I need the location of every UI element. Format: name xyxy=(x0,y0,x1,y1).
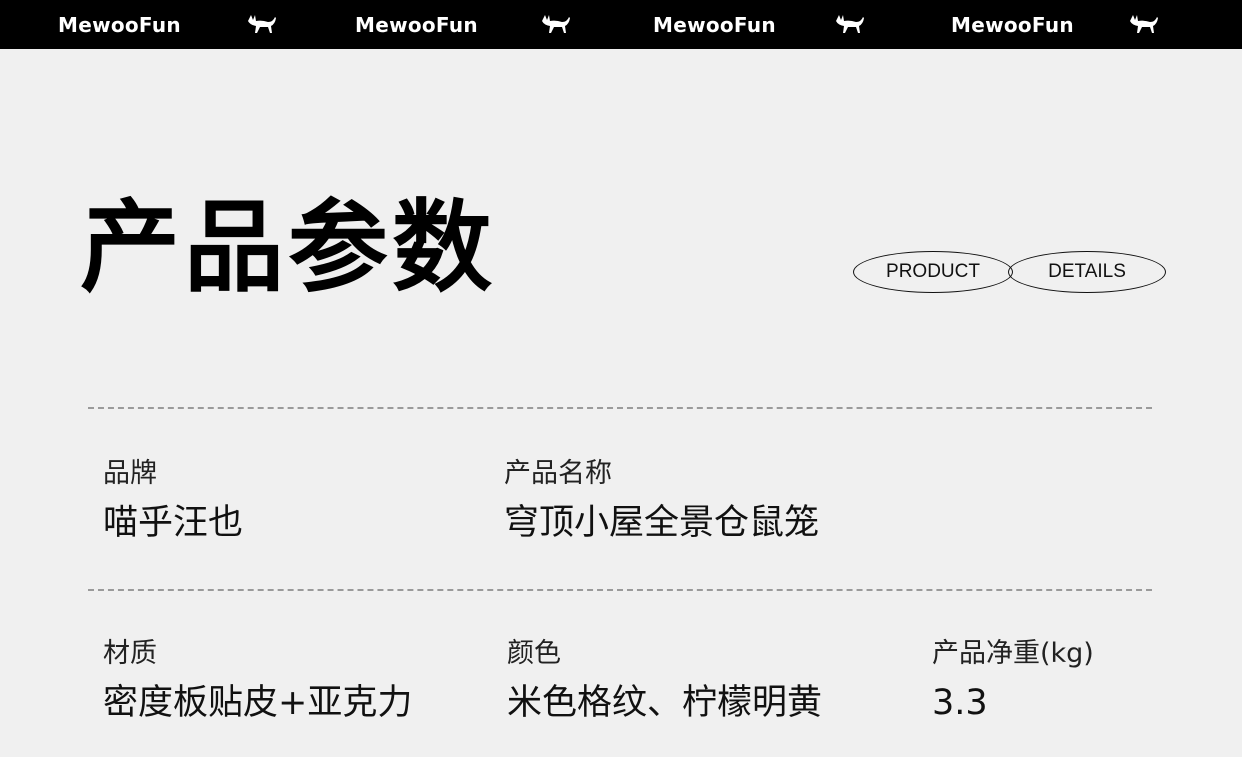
brand-group-4: MewooFun xyxy=(951,0,1074,49)
tag-product: PRODUCT xyxy=(853,251,1013,293)
cat-icon xyxy=(248,15,276,33)
brand-logo-text: MewooFun xyxy=(951,12,1074,37)
divider xyxy=(88,407,1152,409)
cat-icon xyxy=(542,15,570,33)
cat-icon xyxy=(1130,15,1158,33)
product-name-label: 产品名称 xyxy=(504,458,612,489)
page-title: 产品参数 xyxy=(80,189,496,306)
color-value: 米色格纹、柠檬明黄 xyxy=(507,683,823,723)
brand-group-3: MewooFun xyxy=(653,0,776,49)
brand-group-1: MewooFun xyxy=(58,0,181,49)
material-value: 密度板贴皮+亚克力 xyxy=(103,683,413,723)
brand-logo-text: MewooFun xyxy=(58,12,181,37)
product-name-value: 穹顶小屋全景仓鼠笼 xyxy=(504,503,820,543)
brand-label: 品牌 xyxy=(103,458,157,489)
material-label: 材质 xyxy=(103,638,157,669)
tag-details: DETAILS xyxy=(1008,251,1166,293)
brand-value: 喵乎汪也 xyxy=(103,503,244,543)
divider xyxy=(88,589,1152,591)
top-brand-bar: MewooFun MewooFun MewooFun MewooFun xyxy=(0,0,1242,49)
net-weight-value: 3.3 xyxy=(932,683,988,723)
brand-group-2: MewooFun xyxy=(355,0,478,49)
net-weight-label: 产品净重(kg) xyxy=(932,638,1094,669)
brand-logo-text: MewooFun xyxy=(355,12,478,37)
brand-logo-text: MewooFun xyxy=(653,12,776,37)
color-label: 颜色 xyxy=(507,638,561,669)
cat-icon xyxy=(836,15,864,33)
